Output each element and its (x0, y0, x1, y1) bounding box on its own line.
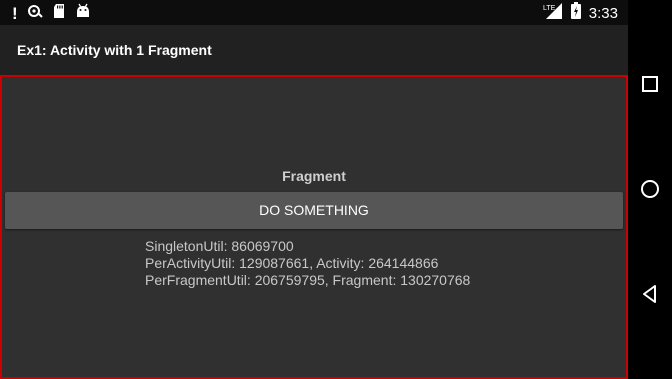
per-fragment-util-text: PerFragmentUtil: 206759795, Fragment: 13… (145, 272, 471, 288)
navigation-bar (628, 0, 672, 378)
clock: 3:33 (588, 4, 618, 22)
notification-icons: ! (12, 3, 91, 24)
fragment-container: Fragment DO SOMETHING SingletonUtil: 860… (0, 75, 628, 379)
status-bar: ! LTE 3:33 (0, 0, 628, 25)
fragment-label: Fragment (282, 168, 346, 184)
sync-icon (27, 3, 43, 24)
recents-icon (642, 76, 658, 92)
app-screen: ! LTE 3:33 Ex1: Activity with 1 Fragment… (0, 0, 628, 379)
back-icon (643, 285, 656, 303)
util-info: SingletonUtil: 86069700 PerActivityUtil:… (145, 238, 470, 289)
sd-card-icon (52, 3, 66, 24)
home-button[interactable] (636, 175, 664, 203)
recents-button[interactable] (636, 70, 664, 98)
action-bar: Ex1: Activity with 1 Fragment (0, 25, 628, 75)
battery-charging-icon (570, 2, 581, 24)
system-status: LTE 3:33 (543, 2, 618, 24)
per-activity-util-text: PerActivityUtil: 129087661, Activity: 26… (145, 255, 439, 271)
back-button[interactable] (636, 280, 664, 308)
home-icon (641, 180, 659, 198)
singleton-util-text: SingletonUtil: 86069700 (145, 238, 294, 254)
network-label: LTE (543, 5, 556, 12)
lte-signal-icon: LTE (543, 2, 563, 25)
app-title: Ex1: Activity with 1 Fragment (17, 42, 212, 58)
android-icon (75, 3, 91, 24)
do-something-button[interactable]: DO SOMETHING (5, 192, 623, 229)
alert-icon: ! (12, 3, 18, 23)
